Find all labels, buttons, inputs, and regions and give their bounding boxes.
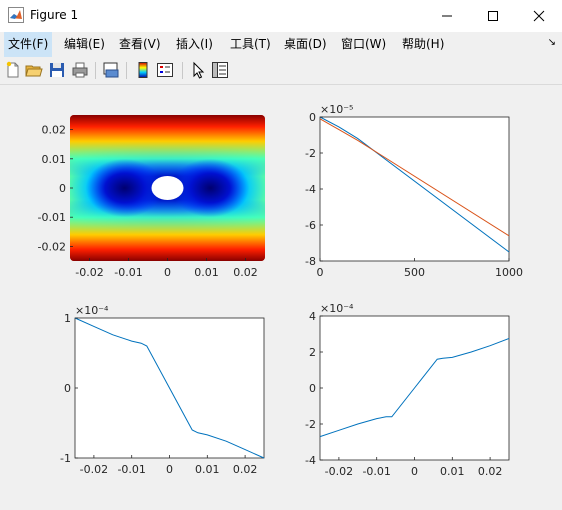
y-tick-label: 0.02: [42, 124, 67, 137]
x-tick-label: 0: [317, 266, 324, 279]
matlab-icon: [8, 7, 24, 23]
x-tick-label: 0.01: [440, 465, 465, 478]
y-tick-label: 0.01: [42, 153, 67, 166]
menu-file[interactable]: 文件(F): [4, 32, 53, 57]
menu-insert[interactable]: 插入(I): [172, 32, 217, 57]
figure-plots: -0.02 -0.01 0 0.01 0.02 0.02 0.01 0 -0.01 -0.02 0 5…: [38, 103, 523, 478]
menu-tools[interactable]: 工具(T): [226, 32, 275, 57]
y-tick-label: 0: [309, 111, 316, 124]
axes-4: -0.02 -0.01 0 0.01 0.02 4 2 0 -2 -4 ×10⁻⁴: [305, 302, 510, 478]
y-tick-label: -4: [305, 183, 316, 196]
x-tick-label: 0.02: [478, 465, 503, 478]
menu-edit[interactable]: 编辑(E): [60, 32, 109, 57]
link-plot-icon[interactable]: [102, 61, 120, 79]
y-tick-label: -2: [305, 147, 316, 160]
menu-window[interactable]: 窗口(W): [337, 32, 390, 57]
minimize-button[interactable]: [424, 0, 470, 32]
y-tick-label: -4: [305, 454, 316, 467]
toolbar-separator: [95, 62, 96, 79]
new-figure-icon[interactable]: [4, 61, 22, 79]
x-tick-label: 0.01: [195, 463, 220, 476]
menu-desktop[interactable]: 桌面(D): [280, 32, 331, 57]
x-tick-label: 0.02: [233, 463, 258, 476]
figure-canvas: -0.02 -0.01 0 0.01 0.02 0.02 0.01 0 -0.01 -0.02 0 5…: [0, 85, 562, 507]
heatmap-hole: [151, 176, 184, 200]
axes-box: [319, 116, 510, 262]
maximize-button[interactable]: [470, 0, 516, 32]
property-inspector-icon[interactable]: [211, 61, 229, 79]
y-tick-label: 0: [309, 382, 316, 395]
menu-view[interactable]: 查看(V): [115, 32, 165, 57]
axes-1: -0.02 -0.01 0 0.01 0.02 0.02 0.01 0 -0.01 -0.02: [38, 115, 265, 279]
save-icon[interactable]: [48, 61, 66, 79]
print-icon[interactable]: [71, 61, 89, 79]
pointer-icon[interactable]: [189, 61, 207, 79]
y-tick-label: 2: [309, 346, 316, 359]
menu-overflow-icon[interactable]: ↘: [548, 37, 556, 48]
y-tick-label: 0: [64, 382, 71, 395]
insert-colorbar-icon[interactable]: [134, 61, 152, 79]
x-tick-label: 0.01: [194, 266, 219, 279]
y-tick-label: -1: [60, 452, 71, 465]
toolbar-separator: [182, 62, 183, 79]
x-tick-label: -0.02: [75, 266, 103, 279]
x-tick-label: -0.01: [117, 463, 145, 476]
x-tick-label: -0.02: [80, 463, 108, 476]
x-tick-label: -0.01: [114, 266, 142, 279]
axis-exponent-label: ×10⁻⁴: [320, 302, 354, 315]
y-tick-label: -2: [305, 418, 316, 431]
open-file-icon[interactable]: [25, 61, 43, 79]
y-tick-label: 0: [59, 182, 66, 195]
insert-legend-icon[interactable]: [156, 61, 174, 79]
x-tick-label: 0.02: [233, 266, 258, 279]
y-tick-label: -0.01: [38, 211, 66, 224]
x-tick-label: 0: [411, 465, 418, 478]
menu-help[interactable]: 帮助(H): [398, 32, 448, 57]
y-tick-label: -6: [305, 219, 316, 232]
window-title: Figure 1: [30, 8, 79, 22]
x-tick-label: 0: [166, 463, 173, 476]
menu-bar: 文件(F) 编辑(E) 查看(V) 插入(I) 工具(T) 桌面(D) 窗口(W…: [0, 32, 562, 57]
title-bar: Figure 1: [0, 0, 562, 32]
y-tick-label: 1: [64, 312, 71, 325]
axis-exponent-label: ×10⁻⁴: [75, 304, 109, 317]
toolbar: [0, 57, 562, 85]
y-tick-label: 4: [309, 310, 316, 323]
axes-3: -0.02 -0.01 0 0.01 0.02 1 0 -1 ×10⁻⁴: [60, 304, 265, 476]
y-tick-label: -0.02: [38, 240, 66, 253]
axes-2: 0 500 1000 0 -2 -4 -6 -8 ×10⁻⁵: [305, 103, 523, 279]
y-tick-label: -8: [305, 255, 316, 268]
toolbar-separator: [126, 62, 127, 79]
close-button[interactable]: [516, 0, 562, 32]
close-icon: [533, 10, 545, 22]
axis-exponent-label: ×10⁻⁵: [320, 103, 353, 116]
minimize-icon: [442, 15, 452, 17]
x-tick-label: 0: [164, 266, 171, 279]
x-tick-label: 500: [404, 266, 425, 279]
x-tick-label: -0.01: [362, 465, 390, 478]
maximize-icon: [488, 11, 498, 21]
x-tick-label: -0.02: [325, 465, 353, 478]
x-tick-label: 1000: [495, 266, 523, 279]
